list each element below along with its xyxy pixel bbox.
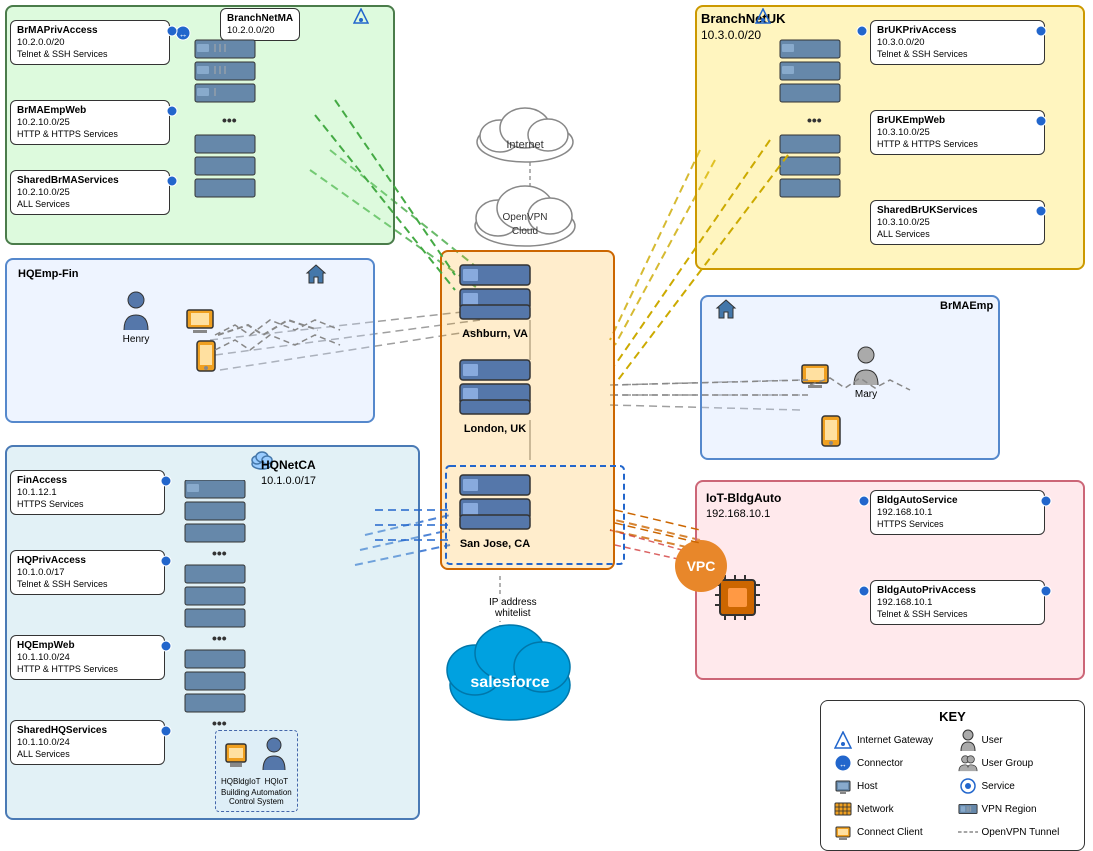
- hq-shared-dot: [160, 725, 172, 740]
- mary-label: Mary: [855, 389, 877, 400]
- key-grid: Internet Gateway User ↔: [833, 730, 1072, 842]
- ashburn-vpn-server: Ashburn, VA: [455, 260, 535, 340]
- openvpn-cloud: OpenVPN Cloud: [468, 180, 583, 253]
- mary-phone: [820, 415, 842, 450]
- henry-label: Henry: [123, 334, 150, 345]
- openvpn-tunnel-icon: [958, 822, 978, 842]
- connect-client-icon: [833, 822, 853, 842]
- svg-text:Internet: Internet: [506, 139, 543, 151]
- br-ma-emp-web: BrMAEmpWeb 10.2.10.0/25 HTTP & HTTPS Ser…: [10, 100, 170, 145]
- ma-emp-dot: [166, 105, 178, 120]
- key-openvpn-tunnel: OpenVPN Tunnel: [958, 822, 1073, 842]
- ma-shared-dot: [166, 175, 178, 190]
- svg-text:salesforce: salesforce: [470, 674, 549, 691]
- shared-br-ma-services: SharedBrMAServices 10.2.10.0/25 ALL Serv…: [10, 170, 170, 215]
- salesforce-cloud: salesforce IP addresswhitelist: [440, 615, 580, 728]
- bldg-auto-service: BldgAutoService 192.168.10.1 HTTPS Servi…: [870, 490, 1045, 535]
- svg-text:•••: •••: [222, 112, 237, 128]
- iot-priv-dot: [858, 585, 870, 600]
- key-connect-client: Connect Client: [833, 822, 948, 842]
- bldg-auto-priv-access: BldgAutoPrivAccess 192.168.10.1 Telnet &…: [870, 580, 1045, 625]
- uk-server-stack: •••: [770, 30, 850, 213]
- mary-connect-client: [800, 360, 830, 393]
- hq-server-stack: ••• ••• •••: [175, 480, 255, 743]
- uk-connector-dot: [856, 25, 868, 40]
- diagram-container: BranchNetMA 10.2.0.0/20 BrMAPrivAccess 1…: [0, 0, 1093, 845]
- br-ma-home-icon: [715, 298, 737, 323]
- connector-icon: ↔: [833, 753, 853, 773]
- sanjose-vpn-server: San Jose, CA: [455, 470, 535, 550]
- hq-emp-fin-label: HQEmp-Fin: [18, 268, 79, 280]
- henry-user: Henry: [120, 290, 152, 345]
- user-group-icon: [958, 753, 978, 773]
- svg-text:•••: •••: [807, 112, 822, 128]
- key-service: Service: [958, 776, 1073, 796]
- shared-br-uk-services: SharedBrUKServices 10.3.10.0/25 ALL Serv…: [870, 200, 1045, 245]
- key-network: Network: [833, 799, 948, 819]
- br-ma-priv-access: BrMAPrivAccess 10.2.0.0/20 Telnet & SSH …: [10, 20, 170, 65]
- host-icon: [833, 776, 853, 796]
- hq-bldg-iot-icon: [221, 736, 251, 774]
- vpc-badge: VPC: [675, 540, 727, 592]
- svg-text:•••: •••: [212, 545, 227, 561]
- key-title: KEY: [833, 709, 1072, 724]
- fin-access: FinAccess 10.1.12.1 HTTPS Services: [10, 470, 165, 515]
- svg-text:Cloud: Cloud: [512, 226, 538, 237]
- key-user: User: [958, 730, 1073, 750]
- hq-priv-dot: [160, 555, 172, 570]
- henry-connector-line: [218, 310, 318, 363]
- ashburn-label: Ashburn, VA: [455, 328, 535, 340]
- key-internet-gateway: Internet Gateway: [833, 730, 948, 750]
- user-icon: [958, 730, 978, 750]
- svg-text:↔: ↔: [839, 760, 847, 769]
- ma-priv-dot: [166, 25, 178, 40]
- hq-home-icon: [305, 263, 327, 288]
- svg-text:•••: •••: [212, 630, 227, 646]
- hq-net-ca-header: HQNetCA 10.1.0.0/17: [255, 455, 322, 491]
- uk-connector-dot4: [1035, 205, 1047, 220]
- iot-priv-dot2: [1040, 585, 1052, 600]
- mary-user: Mary: [850, 345, 882, 400]
- svg-text:↔: ↔: [179, 29, 188, 39]
- uk-internet-gateway: [755, 8, 771, 27]
- hq-emp-dot: [160, 640, 172, 655]
- vpn-region-icon: [958, 799, 978, 819]
- ma-server-stack: •••: [185, 30, 265, 213]
- henry-connect-client: [185, 305, 215, 338]
- ip-whitelist-label: IP addresswhitelist: [485, 595, 541, 621]
- svg-text:•••: •••: [212, 715, 227, 731]
- hq-iot-user-icon: [259, 736, 289, 774]
- service-icon: [958, 776, 978, 796]
- br-uk-emp-web: BrUKEmpWeb 10.3.10.0/25 HTTP & HTTPS Ser…: [870, 110, 1045, 155]
- key-connector: ↔ Connector: [833, 753, 948, 773]
- building-automation: HQBldgIoT HQIoT Building Automation Cont…: [215, 730, 298, 812]
- shared-hq-services: SharedHQServices 10.1.10.0/24 ALL Servic…: [10, 720, 165, 765]
- hq-emp-web: HQEmpWeb 10.1.10.0/24 HTTP & HTTPS Servi…: [10, 635, 165, 680]
- internet-gateway-icon: [833, 730, 853, 750]
- svg-text:OpenVPN: OpenVPN: [502, 212, 547, 223]
- hq-fin-dot: [160, 475, 172, 490]
- london-label: London, UK: [455, 423, 535, 435]
- key-host: Host: [833, 776, 948, 796]
- br-uk-priv-access: BrUKPrivAccess 10.3.0.0/20 Telnet & SSH …: [870, 20, 1045, 65]
- internet-cloud: Internet: [470, 100, 580, 168]
- iot-bldg-auto-header: IoT-BldgAuto 192.168.10.1: [700, 488, 787, 524]
- uk-connector-dot3: [1035, 115, 1047, 130]
- hq-priv-access: HQPrivAccess 10.1.0.0/17 Telnet & SSH Se…: [10, 550, 165, 595]
- network-icon: [833, 799, 853, 819]
- henry-phone: [195, 340, 217, 375]
- uk-connector-dot2: [1035, 25, 1047, 40]
- iot-service-dot2: [1040, 495, 1052, 510]
- london-vpn-server: London, UK: [455, 355, 535, 435]
- key-user-group: User Group: [958, 753, 1073, 773]
- sanjose-label: San Jose, CA: [455, 538, 535, 550]
- key-box: KEY Internet Gateway: [820, 700, 1085, 851]
- iot-service-dot: [858, 495, 870, 510]
- ma-internet-gateway: [353, 8, 369, 27]
- key-vpn-region: VPN Region: [958, 799, 1073, 819]
- br-ma-emp-label: BrMAEmp: [940, 300, 993, 312]
